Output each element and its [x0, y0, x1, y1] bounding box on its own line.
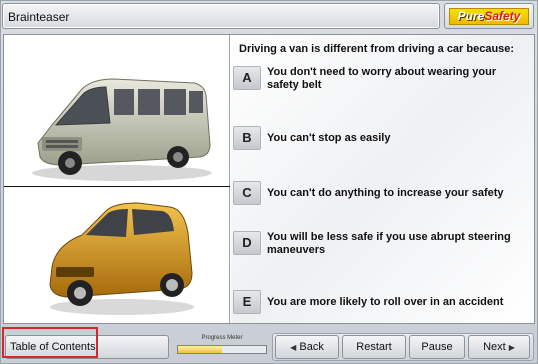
question-text: Driving a van is different from driving …: [239, 43, 515, 55]
page-title: Brainteaser: [8, 10, 70, 24]
logo-part1: Pure: [457, 9, 485, 23]
progress-meter: [177, 345, 267, 354]
logo-part2: Safety: [484, 9, 521, 23]
image-panel: [4, 35, 230, 323]
answer-text: You are more likely to roll over in an a…: [267, 296, 504, 308]
answer-text: You will be less safe if you use abrupt …: [267, 231, 511, 256]
back-label: Back: [299, 341, 324, 353]
logo-mark: PureSafety: [449, 8, 529, 25]
car-image: [49, 202, 194, 315]
answer-option-b[interactable]: B You can't stop as easily: [233, 126, 531, 166]
answer-option-c[interactable]: C You can't do anything to increase your…: [233, 181, 531, 221]
van-image: [32, 78, 212, 181]
next-label: Next: [483, 341, 506, 353]
answer-text: You can't do anything to increase your s…: [267, 187, 504, 199]
answer-text: You don't need to worry about wearing yo…: [267, 66, 497, 91]
quiz-panel: Driving a van is different from driving …: [231, 35, 534, 323]
answer-letter[interactable]: D: [233, 231, 261, 255]
progress-fill: [178, 346, 222, 353]
answer-option-a[interactable]: A You don't need to worry about wearing …: [233, 66, 531, 106]
answer-option-d[interactable]: D You will be less safe if you use abrup…: [233, 231, 531, 271]
left-arrow-icon: ◀: [290, 343, 297, 352]
toc-highlight-box: [2, 327, 98, 358]
title-bar: Brainteaser: [2, 3, 440, 29]
puresafety-logo: PureSafety: [444, 3, 534, 29]
answer-letter[interactable]: E: [233, 290, 261, 314]
answer-letter[interactable]: B: [233, 126, 261, 150]
content-area: Driving a van is different from driving …: [3, 34, 535, 324]
answer-letter[interactable]: C: [233, 181, 261, 205]
right-arrow-icon: ▶: [508, 343, 515, 352]
pause-button[interactable]: Pause: [409, 335, 465, 359]
image-divider: [4, 186, 230, 187]
answer-letter[interactable]: A: [233, 66, 261, 90]
back-button[interactable]: ◀ Back: [275, 335, 339, 359]
answer-text: You can't stop as easily: [267, 132, 391, 144]
next-button[interactable]: Next ▶: [468, 335, 530, 359]
answer-option-e[interactable]: E You are more likely to roll over in an…: [233, 290, 531, 330]
progress-meter-label: Progress Meter: [201, 335, 243, 341]
restart-button[interactable]: Restart: [342, 335, 406, 359]
